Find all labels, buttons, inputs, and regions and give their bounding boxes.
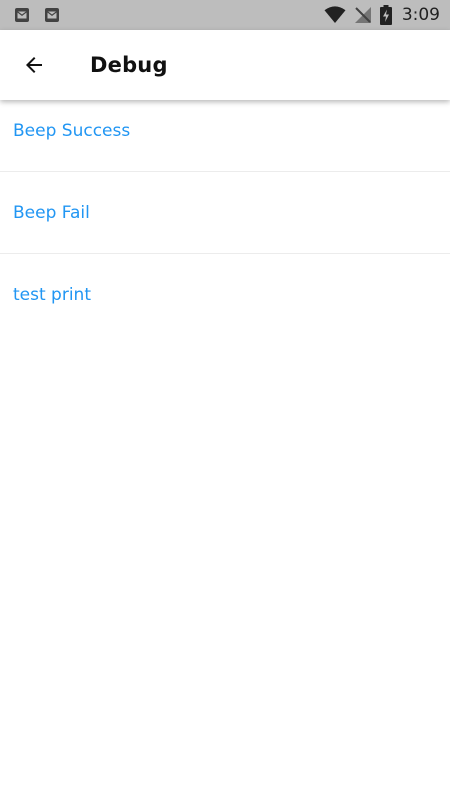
battery-charging-icon xyxy=(379,5,392,25)
status-bar: 3:09 xyxy=(0,0,450,30)
list-item-test-print[interactable]: test print xyxy=(0,254,450,336)
page-title: Debug xyxy=(90,53,168,77)
system-icons: 3:09 xyxy=(324,0,440,30)
notification-icons xyxy=(14,7,60,23)
no-signal-icon xyxy=(354,7,371,23)
list-item-label: Beep Fail xyxy=(13,202,90,223)
back-button[interactable] xyxy=(14,45,54,85)
mail-icon xyxy=(15,8,29,22)
list-item-label: Beep Success xyxy=(13,120,131,141)
list-item-beep-success[interactable]: Beep Success xyxy=(0,90,450,172)
list-item-label: test print xyxy=(13,285,91,305)
wifi-icon xyxy=(324,6,346,23)
debug-list: Beep Success Beep Fail test print xyxy=(0,90,450,336)
app-bar: Debug xyxy=(0,30,450,100)
mail-icon xyxy=(45,8,59,22)
list-item-beep-fail[interactable]: Beep Fail xyxy=(0,172,450,254)
arrow-back-icon xyxy=(26,57,42,73)
clock: 3:09 xyxy=(401,5,440,25)
